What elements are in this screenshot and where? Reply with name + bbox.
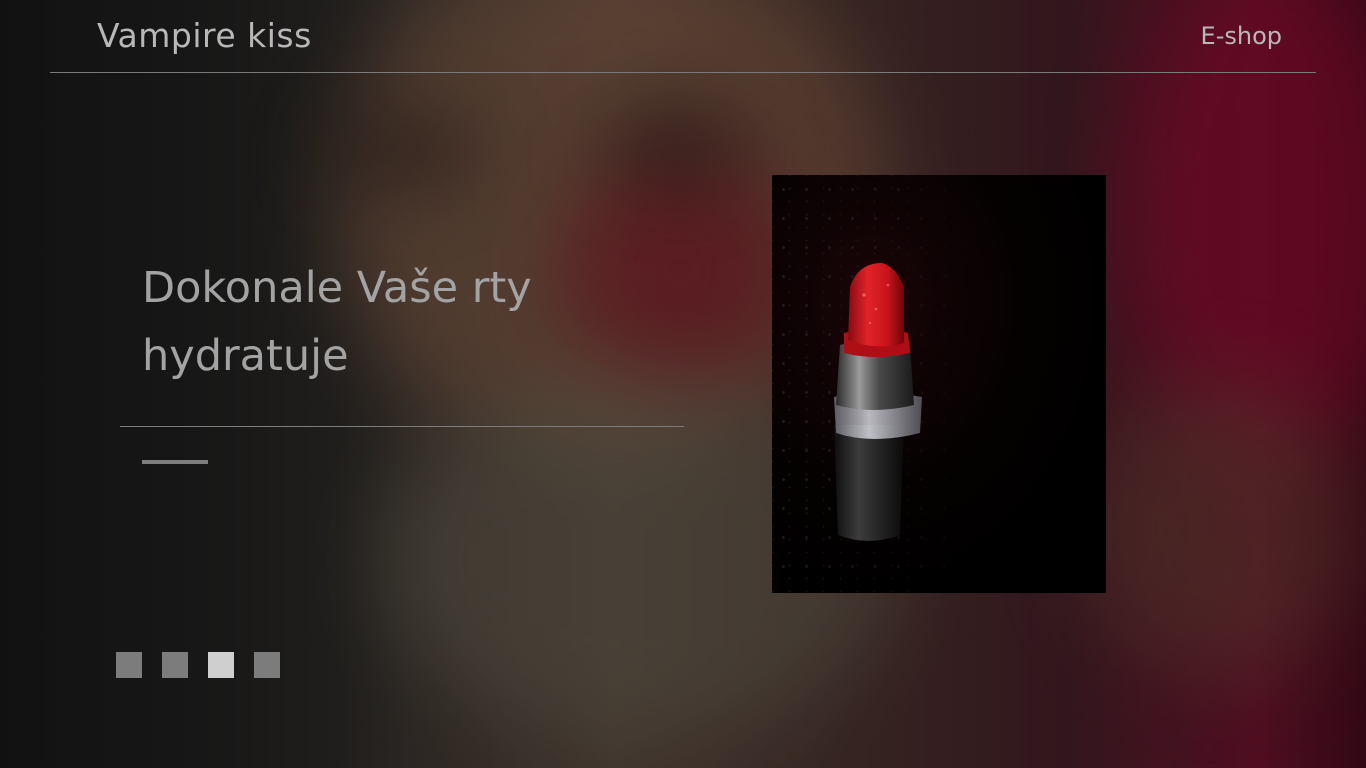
brand-logo[interactable]: Vampire kiss	[97, 16, 312, 55]
hero-page: Vampire kiss E-shop Dokonale Vaše rty hy…	[0, 0, 1366, 768]
hero-headline-line2: hydratuje	[142, 331, 349, 381]
header-divider	[50, 72, 1316, 73]
slide-dot-2[interactable]	[162, 652, 188, 678]
headline-divider	[120, 426, 684, 427]
nav-eshop-link[interactable]: E-shop	[1201, 22, 1282, 50]
hero-headline: Dokonale Vaše rty hydratuje	[142, 254, 662, 390]
slide-dot-1[interactable]	[116, 652, 142, 678]
hero-headline-line1: Dokonale Vaše rty	[142, 263, 532, 313]
lipstick-illustration	[834, 263, 922, 541]
product-image	[772, 175, 1106, 593]
accent-bar	[142, 460, 208, 464]
slide-dot-4[interactable]	[254, 652, 280, 678]
slide-dot-3-active[interactable]	[208, 652, 234, 678]
slider-pagination	[116, 652, 280, 678]
